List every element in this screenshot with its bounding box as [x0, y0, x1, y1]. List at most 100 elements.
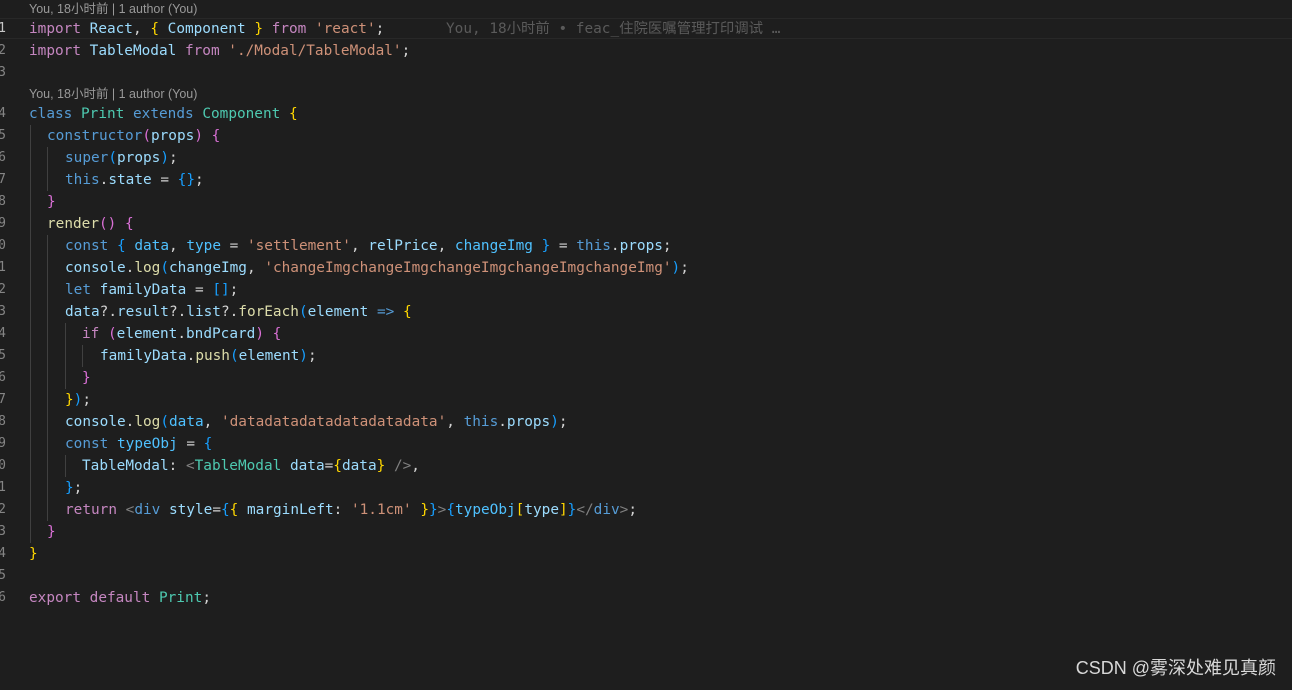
- token: ;: [202, 590, 211, 606]
- code-line[interactable]: render() {: [47, 213, 134, 235]
- token: (: [108, 326, 117, 342]
- token: TableModal: [82, 458, 169, 474]
- line-number: 4: [0, 546, 6, 561]
- line-number: 6: [0, 590, 6, 605]
- token: log: [134, 260, 161, 276]
- token: {: [272, 326, 282, 342]
- token: Print: [158, 590, 203, 606]
- token: }: [29, 546, 38, 562]
- code-line[interactable]: constructor(props) {: [47, 125, 220, 147]
- inline-blame-annotation[interactable]: You, 18小时前 • feac_住院医嘱管理打印调试 …: [446, 18, 780, 40]
- code-line[interactable]: class Print extends Component {: [29, 103, 298, 125]
- token: marginLeft: [247, 502, 334, 518]
- token: (: [298, 304, 308, 320]
- token: props: [117, 150, 161, 166]
- token: =: [177, 436, 204, 452]
- token: export: [29, 590, 81, 606]
- token: =: [550, 238, 577, 254]
- token: }: [428, 502, 438, 518]
- line-number: 5: [0, 128, 6, 143]
- code-line[interactable]: }: [47, 521, 56, 543]
- token: :: [333, 502, 351, 518]
- line-number: 0: [0, 458, 6, 473]
- token: this: [65, 172, 100, 188]
- line-number-gutter: 1 2 3 4 5 6 7 8 9 0 1 2 3 4 5 6 7 8 9 0 …: [0, 0, 10, 690]
- token: {: [211, 128, 221, 144]
- line-number: 5: [0, 348, 6, 363]
- token: (: [108, 150, 117, 166]
- code-line[interactable]: }: [47, 191, 56, 213]
- token: Print: [81, 106, 125, 122]
- token: extends: [133, 106, 194, 122]
- code-line[interactable]: const { data, type = 'settlement', relPr…: [65, 235, 672, 257]
- token: ;: [401, 43, 411, 59]
- code-line[interactable]: let familyData = [];: [65, 279, 238, 301]
- token: 'changeImgchangeImgchangeImgchangeImgcha…: [264, 260, 672, 276]
- token: ;: [680, 260, 689, 276]
- code-line[interactable]: return <div style={{ marginLeft: '1.1cm'…: [65, 499, 637, 521]
- token: element: [238, 348, 300, 364]
- code-line[interactable]: TableModal: <TableModal data={data} />,: [82, 455, 420, 477]
- token: ]: [558, 502, 568, 518]
- code-line[interactable]: familyData.push(element);: [100, 345, 317, 367]
- token: =: [212, 502, 221, 518]
- token: ?.: [99, 304, 117, 320]
- token: return: [65, 502, 117, 518]
- token: ;: [169, 150, 178, 166]
- code-line[interactable]: console. log(data, 'datadatadatadatadatad…: [65, 411, 568, 433]
- code-line[interactable]: }: [29, 543, 38, 565]
- line-number: 7: [0, 172, 6, 187]
- token: from: [184, 43, 220, 59]
- code-line[interactable]: if (element.bndPcard) {: [82, 323, 281, 345]
- codelens-blame[interactable]: You, 18小时前 | 1 author (You): [29, 85, 197, 103]
- token: render: [47, 216, 99, 232]
- indent-guide: [30, 125, 31, 543]
- code-line[interactable]: }: [82, 367, 91, 389]
- token: data: [341, 458, 377, 474]
- code-line[interactable]: this.state = {};: [65, 169, 204, 191]
- token: ;: [82, 392, 92, 408]
- token: }: [376, 458, 386, 474]
- code-line[interactable]: import React, { Component } from 'react'…: [29, 18, 384, 40]
- code-editor[interactable]: 1 2 3 4 5 6 7 8 9 0 1 2 3 4 5 6 7 8 9 0 …: [0, 0, 1292, 690]
- token: []: [212, 282, 230, 298]
- code-line[interactable]: data?.result?.list?.forEach(element => {: [65, 301, 412, 323]
- token: push: [195, 348, 230, 364]
- code-line[interactable]: console.log(changeImg, 'changeImgchangeI…: [65, 257, 689, 279]
- token: }: [541, 238, 551, 254]
- indent-guide: [47, 147, 48, 191]
- token: }: [65, 480, 74, 496]
- code-line[interactable]: };: [65, 477, 82, 499]
- code-line[interactable]: import TableModal from './Modal/TableMod…: [29, 40, 410, 62]
- token: ?.: [220, 304, 239, 320]
- line-number: 5: [0, 568, 6, 583]
- indent-guide: [65, 455, 66, 477]
- code-line[interactable]: });: [65, 389, 91, 411]
- token: =: [151, 172, 178, 188]
- token: .: [186, 348, 196, 364]
- token: =: [186, 282, 213, 298]
- line-number: 6: [0, 150, 6, 165]
- token: props: [619, 238, 663, 254]
- token: (: [160, 414, 169, 430]
- token: ;: [375, 21, 385, 37]
- code-line[interactable]: const typeObj = {: [65, 433, 212, 455]
- token: style: [169, 502, 213, 518]
- token: .: [610, 238, 620, 254]
- code-line[interactable]: export default Print;: [29, 587, 211, 609]
- token: .: [498, 414, 507, 430]
- token: (: [142, 128, 151, 144]
- line-number: 8: [0, 414, 6, 429]
- codelens-blame[interactable]: You, 18小时前 | 1 author (You): [29, 0, 197, 18]
- code-line[interactable]: super(props);: [65, 147, 178, 169]
- token: (: [160, 260, 169, 276]
- token: =: [324, 458, 334, 474]
